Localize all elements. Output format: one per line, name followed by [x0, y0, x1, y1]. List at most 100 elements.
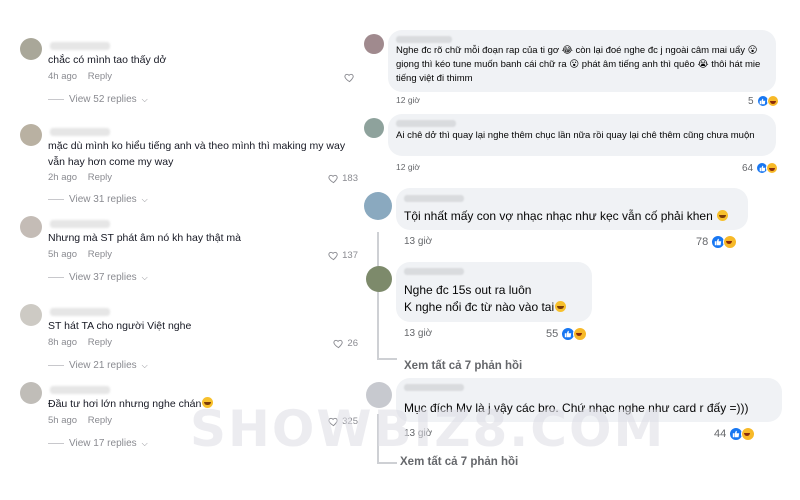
heart-icon: [328, 417, 338, 427]
heart-icon: [344, 73, 354, 83]
comment-time: 8h ago: [48, 337, 78, 348]
comment-time: 13 giờ: [404, 428, 433, 439]
thread-line: [377, 358, 397, 360]
reply-button[interactable]: Reply: [88, 172, 112, 183]
facebook-comment: Nghe đc rõ chữ mỗi đoạn rap của ti gơ 😂 …: [362, 30, 800, 110]
tiktok-comment: mặc dù mình ko hiểu tiếng anh và theo mì…: [20, 124, 358, 214]
comment-text: Đầu tư hơi lớn nhưng nghe chán: [48, 396, 338, 412]
username-blurred: [50, 220, 110, 228]
username-blurred: [50, 308, 110, 316]
thread-line: [377, 414, 379, 464]
view-replies-button[interactable]: View 52 replies ⌵: [48, 94, 148, 105]
grimace-emoji: [717, 210, 729, 221]
view-replies-label: View 21 replies: [69, 360, 137, 371]
comment-time: 12 giờ: [396, 95, 421, 105]
avatar[interactable]: [366, 382, 392, 408]
like-button[interactable]: [344, 72, 358, 83]
facebook-comment: Tội nhất mấy con vợ nhạc nhạc như kẹc vẫ…: [362, 188, 800, 252]
reaction-summary[interactable]: 64: [742, 162, 779, 174]
comment-meta: 8h ago Reply: [48, 337, 112, 348]
username-blurred: [396, 120, 456, 127]
comment-meta: 5h ago Reply: [48, 415, 112, 426]
like-button[interactable]: 325: [328, 416, 358, 427]
like-count: 183: [342, 173, 358, 184]
view-replies-button[interactable]: View 37 replies ⌵: [48, 272, 148, 283]
heart-icon: [328, 251, 338, 261]
reaction-count: 78: [696, 236, 709, 248]
laugh-emoji: [555, 301, 567, 312]
avatar[interactable]: [20, 382, 42, 404]
thread-line: [377, 462, 397, 464]
view-replies-button[interactable]: View 21 replies ⌵: [48, 360, 148, 371]
username-blurred: [50, 42, 110, 50]
comment-meta: 2h ago Reply: [48, 172, 112, 183]
reaction-count: 5: [748, 95, 754, 107]
comment-time: 12 giờ: [396, 162, 421, 172]
reaction-summary[interactable]: 78: [696, 235, 738, 249]
tiktok-comment: ST hát TA cho người Việt nghe 8h ago Rep…: [20, 304, 358, 376]
like-button[interactable]: 26: [333, 338, 358, 349]
heart-icon: [333, 339, 344, 349]
chevron-down-icon: ⌵: [141, 194, 148, 204]
username-blurred: [396, 36, 452, 43]
haha-reaction-icon: [573, 327, 588, 341]
avatar[interactable]: [364, 192, 392, 220]
facebook-comment-panel: Nghe đc rõ chữ mỗi đoạn rap của ti gơ 😂 …: [362, 0, 800, 500]
like-count: 325: [342, 416, 358, 427]
like-count: 137: [342, 250, 358, 261]
comment-text: Mục đích Mv là j vậy các bro. Chứ nhạc n…: [404, 401, 749, 415]
reply-button[interactable]: Reply: [88, 337, 112, 348]
comment-time: 2h ago: [48, 172, 78, 183]
tiktok-comment: Nhưng mà ST phát âm nó kh hay thật mà 5h…: [20, 216, 358, 288]
reply-button[interactable]: Reply: [88, 249, 112, 260]
comment-text: Nghe đc rõ chữ mỗi đoạn rap của ti gơ 😂 …: [396, 45, 761, 84]
username-blurred: [50, 386, 110, 394]
like-button[interactable]: 183: [328, 173, 358, 184]
reply-button[interactable]: Reply: [88, 415, 112, 426]
facebook-comment: Mục đích Mv là j vậy các bro. Chứ nhạc n…: [362, 378, 800, 448]
see-all-replies-link[interactable]: Xem tất cả 7 phản hồi: [400, 456, 518, 468]
comment-time: 5h ago: [48, 415, 78, 426]
username-blurred: [404, 195, 464, 202]
username-blurred: [50, 128, 110, 136]
reaction-count: 64: [742, 162, 754, 174]
haha-reaction-icon: [766, 95, 779, 107]
reaction-summary[interactable]: 5: [748, 95, 779, 107]
comment-time: 13 giờ: [404, 236, 433, 247]
comment-time: 5h ago: [48, 249, 78, 260]
comment-meta: 5h ago Reply: [48, 249, 112, 260]
chevron-down-icon: ⌵: [141, 438, 148, 448]
comment-text: ST hát TA cho người Việt nghe: [48, 320, 192, 332]
tiktok-comment: chắc có mình tao thấy dở 4h ago Reply Vi…: [20, 38, 358, 108]
username-blurred: [404, 384, 464, 391]
facebook-reply: Nghe đc 15s out ra luôn K nghe nổi đc từ…: [362, 262, 800, 342]
avatar[interactable]: [364, 34, 384, 54]
avatar[interactable]: [366, 266, 392, 292]
view-replies-button[interactable]: View 17 replies ⌵: [48, 438, 148, 449]
reaction-summary[interactable]: 44: [714, 427, 756, 441]
comment-meta: 4h ago Reply: [48, 71, 112, 82]
avatar[interactable]: [364, 118, 384, 138]
reaction-summary[interactable]: 55: [546, 327, 588, 341]
avatar[interactable]: [20, 38, 42, 60]
avatar[interactable]: [20, 124, 42, 146]
see-all-replies-link[interactable]: Xem tất cả 7 phản hồi: [404, 360, 522, 372]
comment-text: Nhưng mà ST phát âm nó kh hay thật mà: [48, 232, 242, 244]
grin-emoji: [202, 397, 214, 408]
like-count: 26: [347, 338, 358, 349]
heart-icon: [328, 174, 338, 184]
haha-reaction-icon: [741, 427, 756, 441]
view-replies-label: View 52 replies: [69, 94, 137, 105]
tiktok-comment: Đầu tư hơi lớn nhưng nghe chán 5h ago Re…: [20, 382, 358, 454]
comment-text: Tội nhất mấy con vợ nhạc nhạc như kẹc vẫ…: [404, 208, 744, 224]
chevron-down-icon: ⌵: [141, 360, 148, 370]
avatar[interactable]: [20, 216, 42, 238]
username-blurred: [404, 268, 464, 275]
view-replies-button[interactable]: View 31 replies ⌵: [48, 194, 148, 205]
reaction-count: 55: [546, 328, 559, 340]
avatar[interactable]: [20, 304, 42, 326]
reply-button[interactable]: Reply: [88, 71, 112, 82]
comment-time: 4h ago: [48, 71, 78, 82]
like-button[interactable]: 137: [328, 250, 358, 261]
comment-time: 13 giờ: [404, 328, 433, 339]
